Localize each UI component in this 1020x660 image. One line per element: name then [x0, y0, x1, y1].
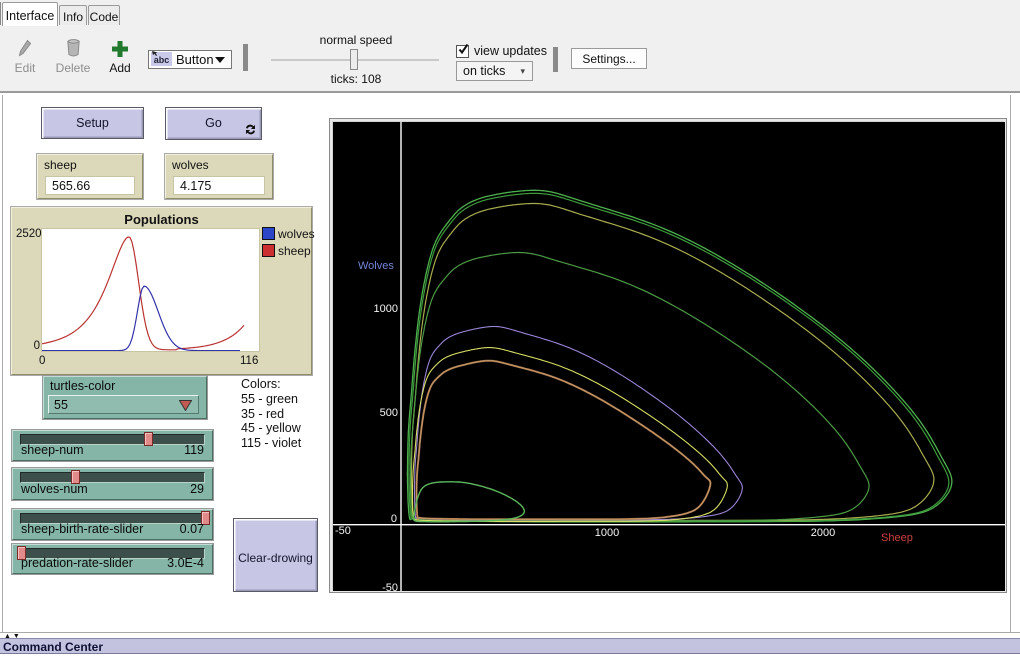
svg-text:-50: -50: [335, 525, 351, 537]
svg-text:2000: 2000: [811, 527, 835, 539]
svg-text:Sheep: Sheep: [881, 532, 913, 544]
svg-text:1000: 1000: [595, 527, 619, 539]
svg-text:500: 500: [380, 407, 398, 419]
svg-text:-50: -50: [382, 582, 398, 591]
svg-text:Wolves: Wolves: [358, 260, 394, 272]
svg-text:0: 0: [391, 513, 397, 525]
svg-text:1000: 1000: [374, 303, 398, 315]
